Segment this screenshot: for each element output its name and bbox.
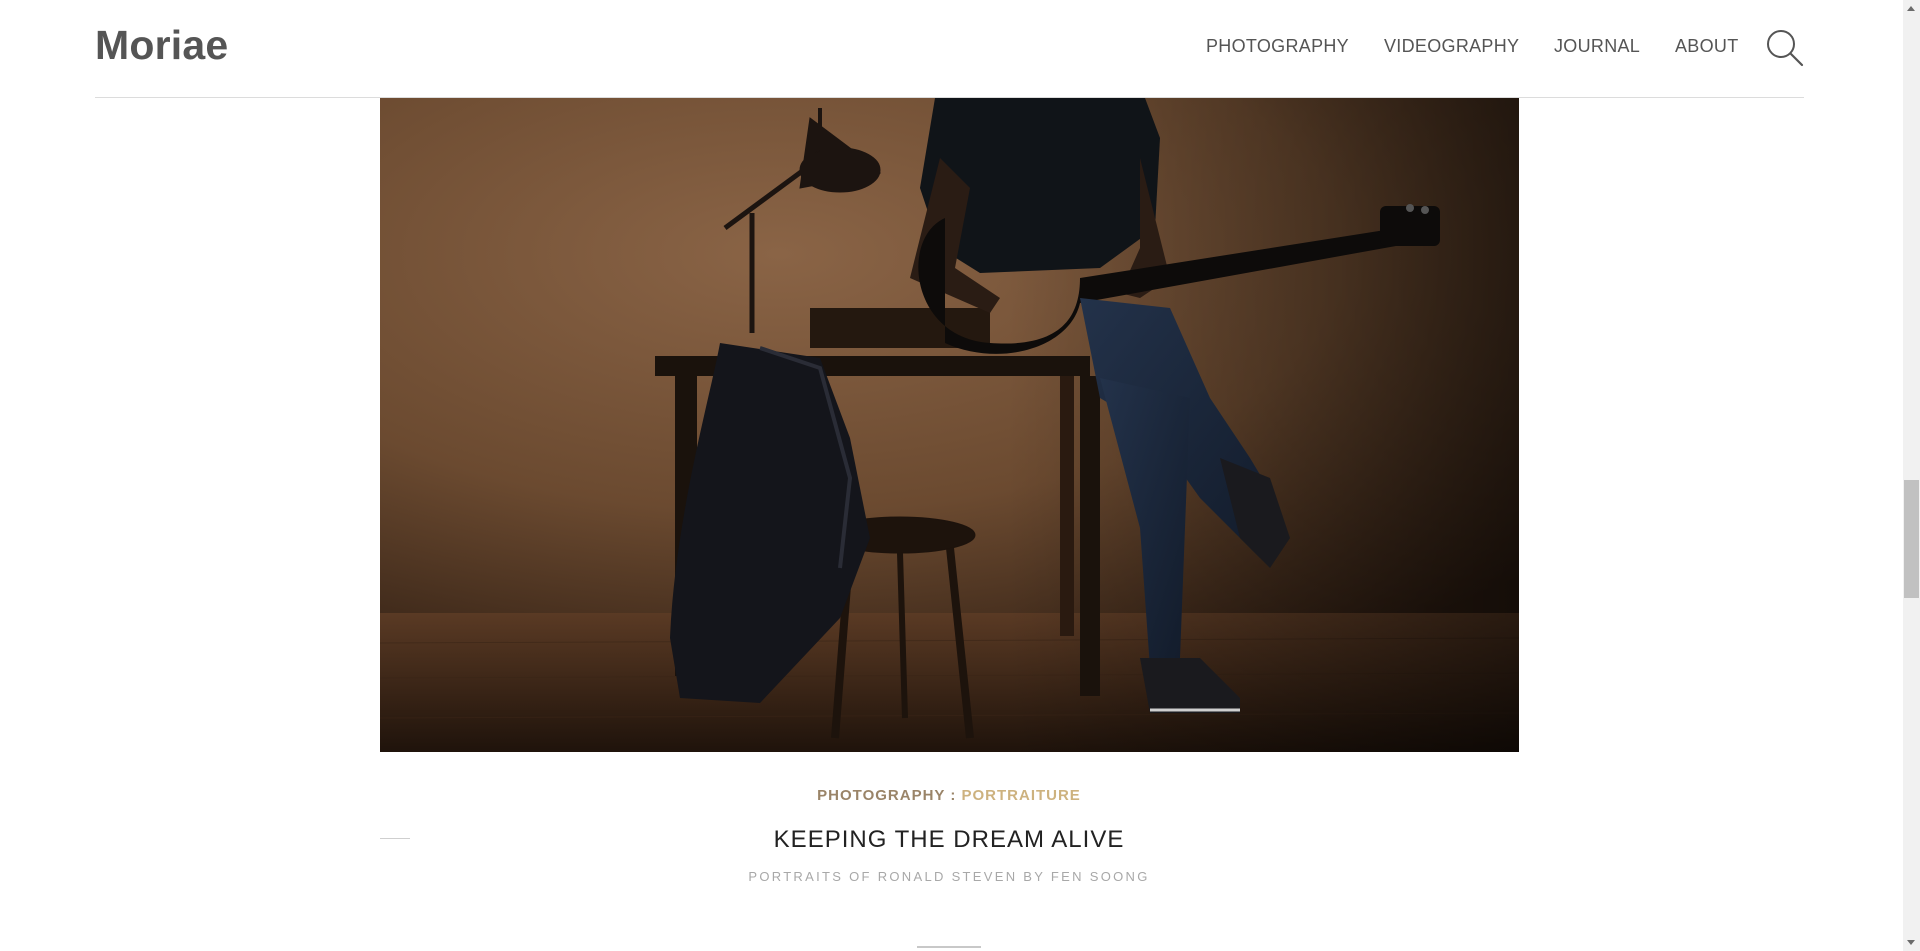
category-portraiture-link[interactable]: PORTRAITURE [961, 787, 1080, 804]
section-divider [917, 946, 981, 948]
nav-item-photography[interactable]: PHOTOGRAPHY [1206, 36, 1349, 57]
scrollbar-thumb[interactable] [1904, 480, 1919, 598]
post-categories: PHOTOGRAPHY : PORTRAITURE [0, 787, 1898, 804]
nav-item-videography[interactable]: VIDEOGRAPHY [1384, 36, 1519, 57]
search-button[interactable] [1765, 28, 1805, 68]
page-scrollbar[interactable] [1903, 0, 1920, 951]
search-icon [1767, 30, 1804, 67]
header-divider [95, 97, 1804, 98]
category-separator: : [950, 787, 962, 804]
chevron-down-icon [1907, 940, 1915, 945]
main-nav: PHOTOGRAPHY VIDEOGRAPHY JOURNAL ABOUT [0, 36, 1903, 60]
scroll-up-button[interactable] [1903, 0, 1920, 17]
featured-image[interactable] [380, 98, 1519, 752]
nav-item-about[interactable]: ABOUT [1675, 36, 1739, 57]
category-photography-link[interactable]: PHOTOGRAPHY [817, 787, 945, 804]
site-header: Moriae PHOTOGRAPHY VIDEOGRAPHY JOURNAL A… [0, 0, 1903, 98]
post-title[interactable]: KEEPING THE DREAM ALIVE [0, 826, 1898, 854]
nav-item-journal[interactable]: JOURNAL [1554, 36, 1640, 57]
post-subtitle: PORTRAITS OF RONALD STEVEN BY FEN SOONG [748, 869, 1150, 884]
scroll-down-button[interactable] [1903, 934, 1920, 951]
chevron-up-icon [1907, 6, 1915, 11]
